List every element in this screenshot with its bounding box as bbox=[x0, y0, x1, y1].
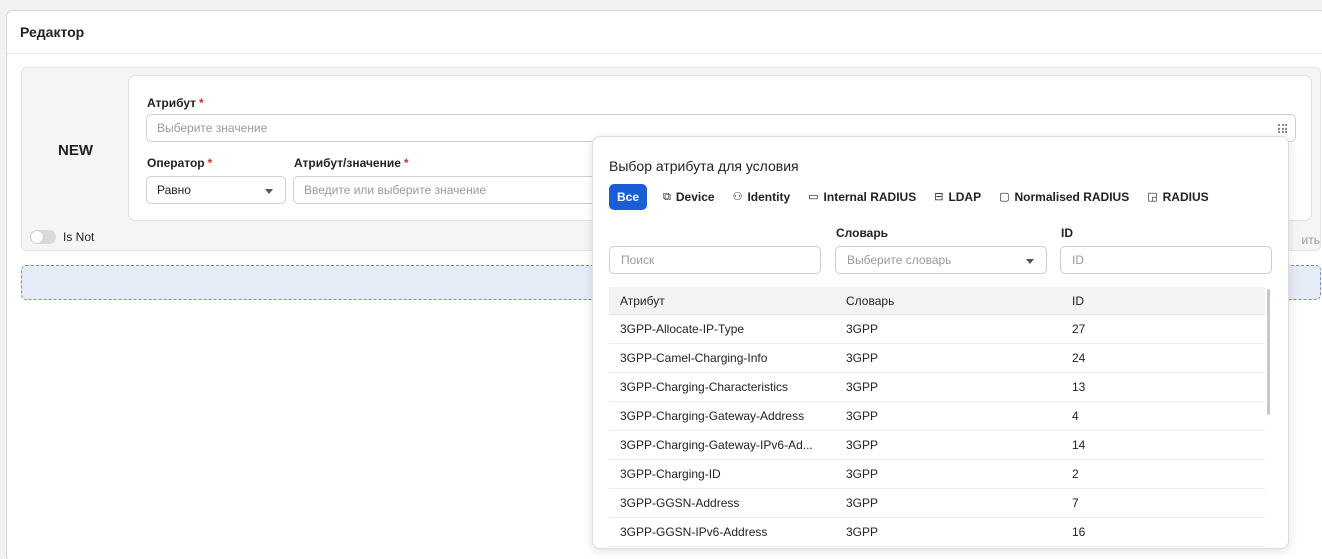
id-filter-label: ID bbox=[1061, 226, 1073, 240]
attribute-cell: 3GPP-Charging-Gateway-IPv6-Ad... bbox=[620, 438, 813, 452]
search-input[interactable]: Поиск bbox=[609, 246, 821, 274]
value-input[interactable]: Введите или выберите значение bbox=[293, 176, 633, 204]
id-cell: 4 bbox=[1072, 409, 1079, 423]
tab-radius[interactable]: ◲ RADIUS bbox=[1145, 184, 1210, 210]
id-cell: 27 bbox=[1072, 322, 1086, 336]
attribute-cell: 3GPP-Charging-Gateway-Address bbox=[620, 409, 805, 423]
new-badge: NEW bbox=[58, 142, 93, 159]
chevron-down-icon bbox=[265, 189, 273, 194]
table-header: Атрибут Словарь ID bbox=[609, 287, 1265, 315]
attribute-cell: 3GPP-Allocate-IP-Type bbox=[620, 322, 745, 336]
users-icon: ⚇ bbox=[732, 190, 743, 203]
id-cell: 14 bbox=[1072, 438, 1086, 452]
attribute-picker-popover: Выбор атрибута для условия Все ⧉ Device … bbox=[592, 136, 1289, 549]
table-row[interactable]: 3GPP-Camel-Charging-Info 3GPP 24 bbox=[609, 344, 1265, 373]
dictionary-filter-label: Словарь bbox=[836, 226, 889, 240]
operator-select[interactable]: Равно bbox=[146, 176, 286, 204]
dictionary-cell: 3GPP bbox=[846, 351, 879, 365]
tab-ldap[interactable]: ⊟ LDAP bbox=[932, 184, 983, 210]
device-icon: ⧉ bbox=[663, 190, 671, 203]
dictionary-select[interactable]: Выберите словарь bbox=[835, 246, 1047, 274]
table-row[interactable]: 3GPP-Allocate-IP-Type 3GPP 27 bbox=[609, 315, 1265, 344]
dictionary-cell: 3GPP bbox=[846, 467, 879, 481]
table-row[interactable]: 3GPP-Charging-Gateway-IPv6-Ad... 3GPP 14 bbox=[609, 431, 1265, 460]
tab-internal-radius[interactable]: ▭ Internal RADIUS bbox=[806, 184, 918, 210]
dictionary-cell: 3GPP bbox=[846, 496, 879, 510]
attribute-label: Атрибут * bbox=[147, 96, 204, 110]
id-cell: 7 bbox=[1072, 496, 1079, 510]
attribute-cell: 3GPP-GGSN-Address bbox=[620, 496, 740, 510]
folder-icon: ⊟ bbox=[934, 190, 944, 203]
attribute-cell: 3GPP-Charging-ID bbox=[620, 467, 721, 481]
tab-all[interactable]: Все bbox=[609, 184, 648, 210]
tab-identity[interactable]: ⚇ Identity bbox=[731, 184, 793, 210]
dictionary-cell: 3GPP bbox=[846, 322, 879, 336]
table-scrollbar[interactable] bbox=[1267, 289, 1270, 415]
table-row[interactable]: 3GPP-GGSN-IPv6-Address 3GPP 16 bbox=[609, 518, 1265, 547]
dictionary-cell: 3GPP bbox=[846, 380, 879, 394]
laptop-icon: ▭ bbox=[808, 190, 819, 203]
id-cell: 16 bbox=[1072, 525, 1086, 539]
id-filter-input[interactable]: ID bbox=[1060, 246, 1272, 274]
dictionary-tabs: Все ⧉ Device ⚇ Identity ▭ Internal RADIU… bbox=[609, 184, 1211, 210]
value-label: Атрибут/значение * bbox=[294, 156, 409, 170]
table-row[interactable]: 3GPP-Charging-Characteristics 3GPP 13 bbox=[609, 373, 1265, 402]
is-not-label: Is Not bbox=[63, 230, 95, 244]
table-row[interactable]: 3GPP-Charging-ID 3GPP 2 bbox=[609, 460, 1265, 489]
dictionary-cell: 3GPP bbox=[846, 525, 879, 539]
tab-device[interactable]: ⧉ Device bbox=[661, 184, 717, 210]
monitor-icon: ▢ bbox=[999, 190, 1010, 203]
id-cell: 2 bbox=[1072, 467, 1079, 481]
is-not-toggle[interactable] bbox=[30, 230, 56, 244]
cast-icon: ◲ bbox=[1147, 190, 1158, 203]
editor-title: Редактор bbox=[7, 11, 1322, 54]
id-cell: 13 bbox=[1072, 380, 1086, 394]
attribute-cell: 3GPP-GGSN-IPv6-Address bbox=[620, 525, 768, 539]
dictionary-cell: 3GPP bbox=[846, 438, 879, 452]
operator-label: Оператор * bbox=[147, 156, 213, 170]
attribute-table: Атрибут Словарь ID 3GPP-Allocate-IP-Type… bbox=[609, 287, 1265, 547]
column-header[interactable]: ID bbox=[1061, 294, 1265, 308]
popover-title: Выбор атрибута для условия bbox=[609, 158, 799, 174]
column-header[interactable]: Атрибут bbox=[609, 294, 835, 308]
tab-normalised-radius[interactable]: ▢ Normalised RADIUS bbox=[997, 184, 1131, 210]
is-not-toggle-row[interactable]: Is Not bbox=[30, 230, 94, 244]
column-header[interactable]: Словарь bbox=[835, 294, 1061, 308]
attribute-cell: 3GPP-Camel-Charging-Info bbox=[620, 351, 768, 365]
attribute-cell: 3GPP-Charging-Characteristics bbox=[620, 380, 789, 394]
chevron-down-icon bbox=[1026, 259, 1034, 264]
grid-icon[interactable] bbox=[1278, 124, 1287, 133]
id-cell: 24 bbox=[1072, 351, 1086, 365]
dictionary-cell: 3GPP bbox=[846, 409, 879, 423]
table-row[interactable]: 3GPP-Charging-Gateway-Address 3GPP 4 bbox=[609, 402, 1265, 431]
table-row[interactable]: 3GPP-GGSN-Address 3GPP 7 bbox=[609, 489, 1265, 518]
truncated-action-text[interactable]: ить bbox=[1302, 233, 1320, 247]
